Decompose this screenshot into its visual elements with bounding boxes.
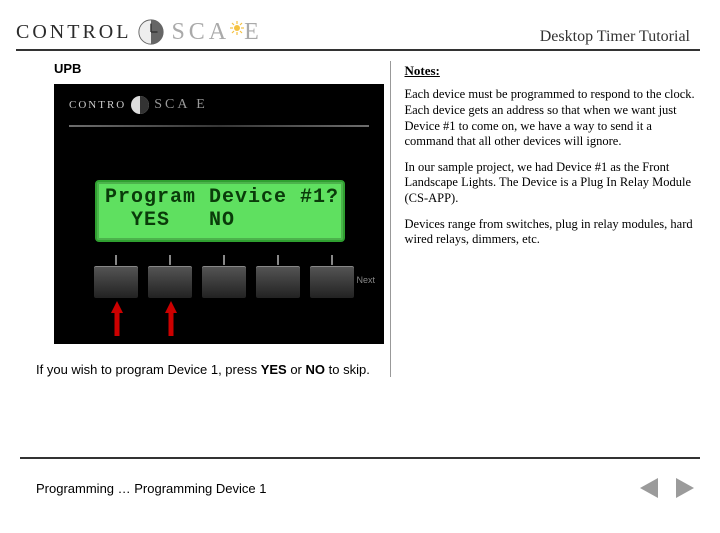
- instruction-pre: If you wish to program Device 1, press: [36, 362, 261, 377]
- instruction-no: NO: [306, 362, 326, 377]
- device-logo: CONTRO SCA E: [69, 95, 208, 115]
- hw-button-2[interactable]: [147, 265, 193, 299]
- prev-button[interactable]: [640, 478, 658, 498]
- footer-divider: [20, 457, 700, 459]
- lcd-screen: Program Device #1? YES NO: [95, 180, 345, 242]
- header: CONTROL SCAE Desktop Timer Tutorial: [16, 18, 700, 51]
- notes-panel: Notes: Each device must be programmed to…: [390, 61, 701, 377]
- hardware-buttons-row: [93, 265, 355, 299]
- device-logo-word-2: SCA E: [154, 97, 208, 113]
- button-tick: [331, 255, 333, 265]
- hw-button-3[interactable]: [201, 265, 247, 299]
- instruction-yes: YES: [261, 362, 287, 377]
- notes-paragraph-3: Devices range from switches, plug in rel…: [405, 217, 697, 248]
- button-tick: [169, 255, 171, 265]
- logo-word-2: SCAE: [171, 19, 262, 46]
- device-divider: [69, 125, 369, 127]
- notes-paragraph-1: Each device must be programmed to respon…: [405, 87, 697, 150]
- device-screenshot: CONTRO SCA E Program Device #1? YES NO: [54, 84, 384, 344]
- hw-button-5[interactable]: [309, 265, 355, 299]
- red-arrow-icon: [113, 301, 121, 337]
- button-tick: [115, 255, 117, 265]
- moon-clock-icon: [130, 95, 150, 115]
- section-label: UPB: [54, 61, 382, 76]
- notes-heading: Notes:: [405, 63, 697, 79]
- notes-paragraph-2: In our sample project, we had Device #1 …: [405, 160, 697, 207]
- logo: CONTROL SCAE: [16, 18, 263, 46]
- page-title: Desktop Timer Tutorial: [540, 28, 700, 46]
- sun-icon: [230, 21, 244, 35]
- lcd-line-1: Program Device #1?: [105, 186, 335, 209]
- label-next: Next: [356, 275, 375, 285]
- button-tick: [223, 255, 225, 265]
- red-arrow-icon: [167, 301, 175, 337]
- button-tick: [277, 255, 279, 265]
- lcd-line-2: YES NO: [105, 209, 335, 232]
- footer: Programming … Programming Device 1: [36, 478, 700, 498]
- logo-word-1: CONTROL: [16, 21, 131, 44]
- next-button[interactable]: [676, 478, 694, 498]
- instruction-post: to skip.: [325, 362, 370, 377]
- instruction-mid: or: [287, 362, 306, 377]
- hw-button-1[interactable]: [93, 265, 139, 299]
- hw-button-4[interactable]: [255, 265, 301, 299]
- instruction-text: If you wish to program Device 1, press Y…: [36, 362, 382, 377]
- clock-icon: [137, 18, 165, 46]
- device-logo-word-1: CONTRO: [69, 99, 126, 111]
- breadcrumb: Programming … Programming Device 1: [36, 481, 266, 496]
